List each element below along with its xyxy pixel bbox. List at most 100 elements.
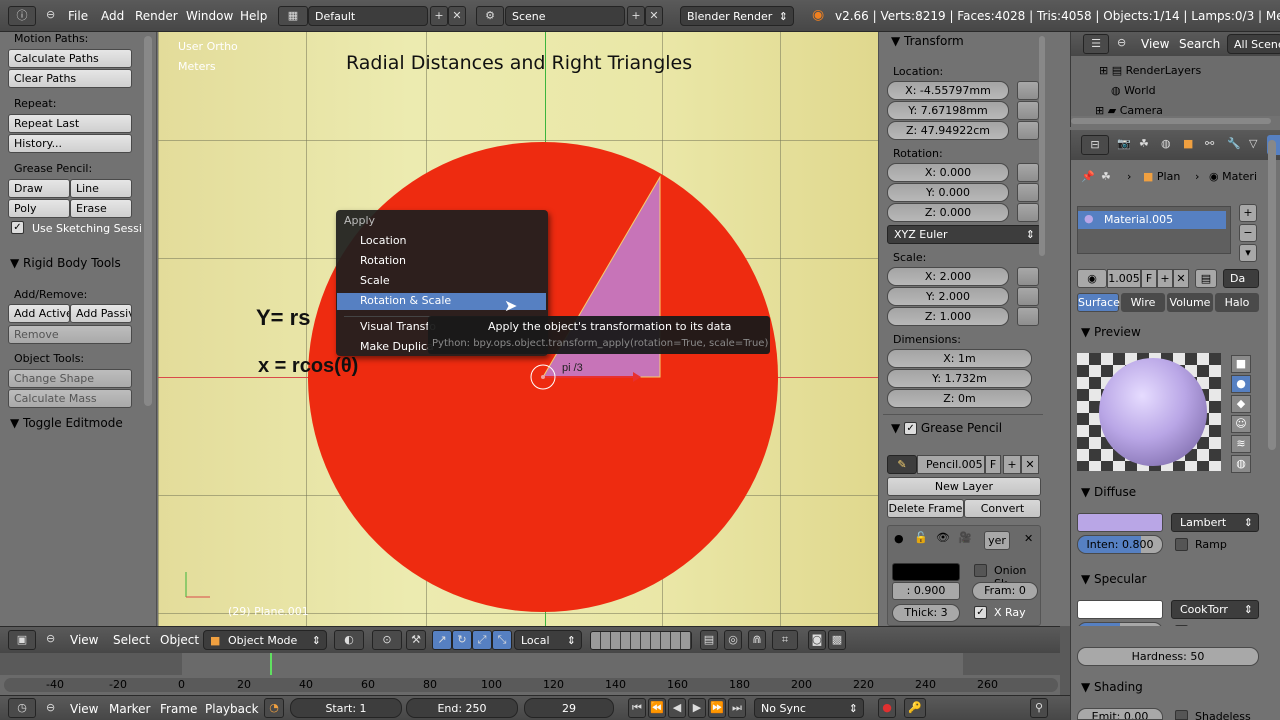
tab-wire[interactable]: Wire (1121, 293, 1165, 312)
snap-element-icon[interactable]: ⌗ (772, 630, 798, 650)
material-slot-list[interactable]: ● Material.005 (1077, 206, 1231, 254)
scale-z-field[interactable]: Z: 1.000 (887, 307, 1009, 326)
gp-draw-button[interactable]: Draw (8, 179, 70, 198)
location-z-field[interactable]: Z: 47.94922cm (887, 121, 1009, 140)
rotation-y-field[interactable]: Y: 0.000 (887, 183, 1009, 202)
npanel-scrollbar[interactable] (1039, 36, 1045, 256)
collapse-icon[interactable]: ⊖ (46, 701, 55, 714)
viewport-shading-icon[interactable]: ◐ (334, 630, 364, 650)
apply-visual-transform-item[interactable]: Visual Transfo (360, 320, 436, 333)
snap-toggle-icon[interactable]: ⋒ (748, 630, 766, 650)
xray-checkbox[interactable]: ✓ (974, 606, 987, 619)
scale-y-field[interactable]: Y: 2.000 (887, 287, 1009, 306)
collapse-icon[interactable]: ⊖ (46, 632, 55, 645)
rotate-manipulator-icon[interactable]: ↻ (452, 630, 472, 650)
diffuse-panel-header[interactable]: ▼ Diffuse (1081, 485, 1136, 499)
calculate-paths-button[interactable]: Calculate Paths (8, 49, 132, 68)
gp-poly-button[interactable]: Poly (8, 199, 70, 218)
proportional-edit-icon[interactable]: ◎ (724, 630, 742, 650)
change-shape-button[interactable]: Change Shape (8, 369, 132, 388)
rotation-z-field[interactable]: Z: 0.000 (887, 203, 1009, 222)
lock-layers-icon[interactable]: ▤ (700, 630, 718, 650)
slot-menu-icon[interactable]: ▾ (1239, 244, 1257, 262)
pivot-point-icon[interactable]: ⊙ (372, 630, 402, 650)
diffuse-intensity-field[interactable]: Inten: 0.800 (1077, 535, 1163, 554)
menu-frame[interactable]: Frame (160, 702, 197, 716)
convert-button[interactable]: Convert (964, 499, 1041, 518)
shadeless-checkbox[interactable] (1175, 710, 1188, 720)
layout-icon[interactable]: ▦ (278, 6, 308, 26)
record-icon[interactable]: ● (878, 698, 896, 718)
outliner-item-camera[interactable]: ⊞ ▰ Camera (1095, 104, 1163, 116)
current-frame-field[interactable]: 29 (524, 698, 614, 718)
layer-thickness-field[interactable]: Thick: 3 (892, 604, 960, 622)
mode-selector[interactable]: ■ Object Mode ⇕ (203, 630, 327, 650)
add-passive-button[interactable]: Add Passiv (70, 304, 132, 323)
current-frame-marker[interactable] (270, 653, 272, 675)
material-browse-icon[interactable]: ◉ (1077, 269, 1107, 288)
remove-button[interactable]: Remove (8, 325, 132, 344)
outliner-editor-icon[interactable]: ☰ (1083, 34, 1109, 54)
menu-window[interactable]: Window (186, 9, 233, 23)
lock-icon[interactable] (1017, 121, 1039, 140)
location-x-field[interactable]: X: -4.55797mm (887, 81, 1009, 100)
tab-volume[interactable]: Volume (1167, 293, 1213, 312)
manipulator-toggle-icon[interactable]: ⚒ (406, 630, 426, 650)
lock-icon[interactable] (1017, 81, 1039, 100)
gp-enable-checkbox[interactable]: ✓ (904, 422, 918, 435)
add-material-icon[interactable]: + (1157, 269, 1173, 288)
material-users-field[interactable]: 1.005 (1107, 269, 1141, 288)
add-slot-icon[interactable]: + (1239, 204, 1257, 222)
outliner-item-renderlayers[interactable]: ⊞ ▤ RenderLayers (1099, 64, 1201, 77)
remove-scene-icon[interactable]: ✕ (645, 6, 663, 26)
lock-icon[interactable] (1017, 163, 1039, 182)
sketching-checkbox[interactable]: ✓ (11, 221, 24, 234)
gp-line-button[interactable]: Line (70, 179, 132, 198)
clear-paths-button[interactable]: Clear Paths (8, 69, 132, 88)
delete-layer-icon[interactable]: ✕ (1024, 532, 1033, 545)
lock-icon[interactable] (1017, 101, 1039, 120)
new-layer-button[interactable]: New Layer (887, 477, 1041, 496)
transform-panel-header[interactable]: ▼ Transform (891, 34, 964, 48)
preview-flat-icon[interactable]: ■ (1231, 355, 1251, 373)
end-frame-field[interactable]: End: 250 (406, 698, 518, 718)
props-scrollbar[interactable] (1268, 140, 1276, 450)
layer-buttons[interactable] (590, 631, 692, 650)
breadcrumb-object[interactable]: ■ Plan (1143, 170, 1180, 183)
layer-active-dot-icon[interactable]: ● (894, 532, 904, 545)
menu-marker[interactable]: Marker (109, 702, 150, 716)
tab-halo[interactable]: Halo (1215, 293, 1259, 312)
jump-start-icon[interactable]: ⏮ (628, 698, 646, 718)
props-editor-icon[interactable]: ⊟ (1081, 135, 1109, 155)
dimension-y-field[interactable]: Y: 1.732m (887, 369, 1032, 388)
material-fake-user-button[interactable]: F (1141, 269, 1157, 288)
gp-erase-button[interactable]: Erase (70, 199, 132, 218)
constraints-tab-icon[interactable]: ⚯ (1205, 137, 1214, 150)
render-engine-selector[interactable]: Blender Render ⇕ (680, 6, 794, 26)
render-opengl-icon[interactable]: ◙ (808, 630, 826, 650)
apply-rotation-item[interactable]: Rotation (360, 254, 406, 267)
layer-camera-icon[interactable]: 🎥 (958, 531, 972, 544)
remove-pencil-icon[interactable]: ✕ (1021, 455, 1039, 474)
menu-render[interactable]: Render (135, 9, 178, 23)
timeline[interactable]: -40 -20 0 20 40 60 80 100 120 140 160 18… (0, 653, 1070, 695)
scale-manipulator-2-icon[interactable]: ⤡ (492, 630, 512, 650)
sync-mode-selector[interactable]: No Sync ⇕ (754, 698, 864, 718)
calculate-mass-button[interactable]: Calculate Mass (8, 389, 132, 408)
shading-panel-header[interactable]: ▼ Shading (1081, 680, 1143, 694)
pin-icon[interactable]: 📌 (1081, 170, 1095, 183)
menu-add[interactable]: Add (101, 9, 124, 23)
timeline-editor-icon[interactable]: ◷ (8, 698, 36, 718)
add-layout-icon[interactable]: + (430, 6, 448, 26)
menu-help[interactable]: Help (240, 9, 267, 23)
delete-frame-button[interactable]: Delete Frame (887, 499, 964, 518)
apply-scale-item[interactable]: Scale (360, 274, 390, 287)
outliner-scrollbar[interactable] (1071, 118, 1271, 124)
jump-keyframe-forward-icon[interactable]: ⏩ (708, 698, 726, 718)
modifiers-tab-icon[interactable]: 🔧 (1227, 137, 1241, 150)
dimension-z-field[interactable]: Z: 0m (887, 389, 1032, 408)
lock-icon[interactable] (1017, 183, 1039, 202)
keying-set-icon[interactable]: 🔑 (904, 698, 926, 718)
jump-keyframe-back-icon[interactable]: ⏪ (648, 698, 666, 718)
dimension-x-field[interactable]: X: 1m (887, 349, 1032, 368)
